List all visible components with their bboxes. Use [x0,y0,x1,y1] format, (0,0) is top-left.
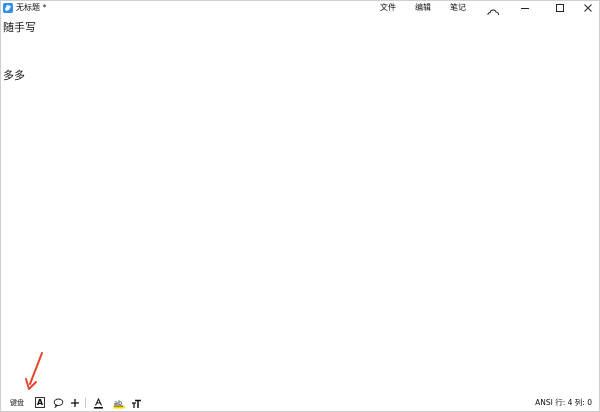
maximize-button[interactable] [548,1,572,15]
toolbar-divider [85,398,86,408]
menu-file[interactable]: 文件 [380,2,396,13]
menu-edit[interactable]: 编辑 [415,2,431,13]
app-logo-icon [3,3,13,13]
keyboard-button[interactable]: 键盘 [10,398,24,408]
app-window: 无标题 * 文件 编辑 笔记 随手写 多多 键盘 A ab ANSI 行: 4 … [0,0,600,412]
text-editor[interactable]: 随手写 多多 [1,15,599,395]
menu-notes[interactable]: 笔记 [450,2,466,13]
text-style-button[interactable]: A [35,397,45,408]
annotation-arrow [25,352,43,390]
editor-line[interactable]: 随手写 [3,20,36,36]
plus-icon[interactable] [69,397,81,409]
encoding-cursor-status: ANSI 行: 4 列: 0 [535,398,592,407]
editor-line[interactable]: 多多 [3,68,25,84]
minimize-button[interactable] [513,1,537,15]
font-color-icon[interactable] [92,397,104,409]
close-button[interactable] [576,1,600,15]
comment-icon[interactable] [52,397,64,409]
highlight-icon[interactable]: ab [113,397,125,409]
window-title: 无标题 * [16,3,47,12]
bottom-toolbar: 键盘 A ab ANSI 行: 4 列: 0 [1,395,599,411]
font-size-icon[interactable] [130,397,142,409]
title-bar: 无标题 * 文件 编辑 笔记 [1,1,600,18]
